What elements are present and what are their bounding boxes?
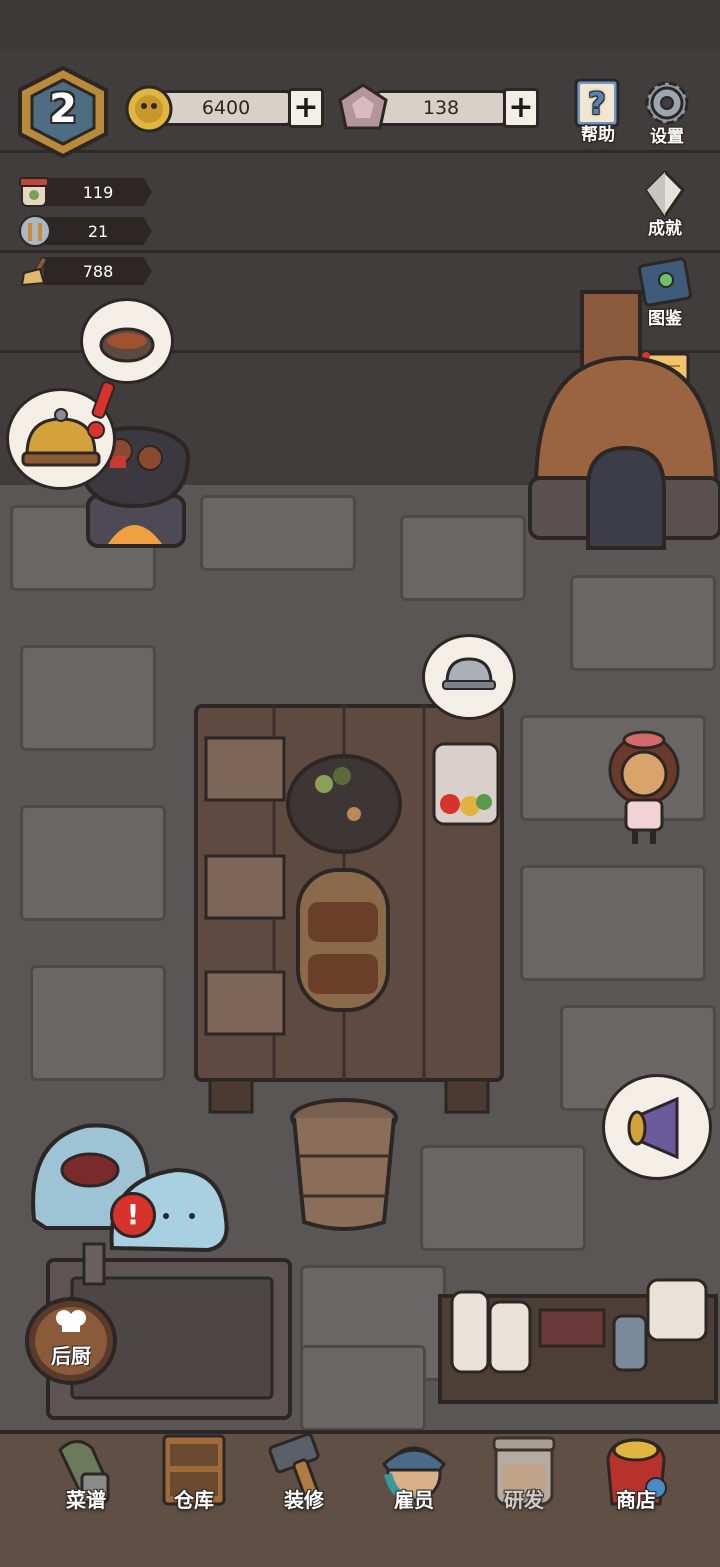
- nav-decorate[interactable]: 装修: [264, 1430, 344, 1540]
- dish-shelf: [438, 1276, 718, 1422]
- achievements-button[interactable]: 成就: [634, 168, 696, 239]
- top-strip: [0, 0, 720, 50]
- back-kitchen-label: 后厨: [51, 1344, 91, 1368]
- brick-oven[interactable]: [526, 288, 720, 558]
- nav-research[interactable]: 研发: [484, 1430, 564, 1540]
- add-coins-button[interactable]: +: [288, 88, 324, 128]
- resource-row: 788: [18, 255, 152, 287]
- ghost-helpers[interactable]: [26, 1120, 242, 1260]
- coin-icon: [124, 84, 174, 134]
- settings-label: 设置: [650, 127, 684, 147]
- back-kitchen-button[interactable]: 后厨: [24, 1296, 118, 1386]
- resource-value: 788: [44, 257, 152, 285]
- resource-row: 119: [18, 176, 152, 208]
- player-level: 2: [49, 86, 77, 132]
- wooden-bucket: [288, 1096, 400, 1234]
- nav-label: 研发: [504, 1488, 544, 1512]
- broom-icon: [18, 255, 52, 287]
- stew-bowl-icon: [99, 327, 155, 363]
- nav-warehouse[interactable]: 仓库: [154, 1430, 234, 1540]
- add-gems-button[interactable]: +: [503, 88, 539, 128]
- nav-label: 商店: [616, 1488, 656, 1512]
- bottom-navigation: 菜谱 仓库 装修 雇员 研发 商店: [0, 1430, 720, 1567]
- prep-table[interactable]: [194, 704, 506, 1116]
- gem-icon: [336, 82, 390, 136]
- waitress-character[interactable]: [594, 726, 696, 846]
- player-level-badge[interactable]: 2: [14, 65, 112, 159]
- help-button[interactable]: ? 帮助: [567, 74, 629, 145]
- nav-label: 菜谱: [66, 1488, 106, 1512]
- settings-button[interactable]: 设置: [636, 76, 698, 147]
- megaphone-icon: [627, 1096, 679, 1160]
- announcement-button[interactable]: [602, 1074, 712, 1180]
- nav-shop[interactable]: 商店: [596, 1430, 676, 1540]
- nav-label: 装修: [284, 1488, 324, 1512]
- gem-counter: 138: [375, 90, 507, 126]
- achievements-label: 成就: [648, 219, 682, 239]
- resource-row: 21: [18, 215, 152, 247]
- resource-value: 119: [44, 178, 152, 206]
- nav-employees[interactable]: 雇员: [374, 1430, 454, 1540]
- utensils-icon: [18, 215, 52, 247]
- wall-seam: [0, 250, 720, 253]
- coin-counter: 6400: [160, 90, 292, 126]
- nav-label: 雇员: [394, 1488, 434, 1512]
- resource-value: 21: [44, 217, 152, 245]
- ingredient-jar-icon: [18, 176, 52, 208]
- alert-icon: [86, 378, 122, 440]
- ghost-alert-badge[interactable]: !: [110, 1192, 156, 1238]
- order-bubble[interactable]: [422, 634, 516, 720]
- svg-text:?: ?: [588, 87, 605, 122]
- dish-request-bubble[interactable]: [80, 298, 174, 384]
- nav-label: 仓库: [174, 1488, 214, 1512]
- silver-cloche-icon: [442, 657, 496, 690]
- nav-recipes[interactable]: 菜谱: [46, 1430, 126, 1540]
